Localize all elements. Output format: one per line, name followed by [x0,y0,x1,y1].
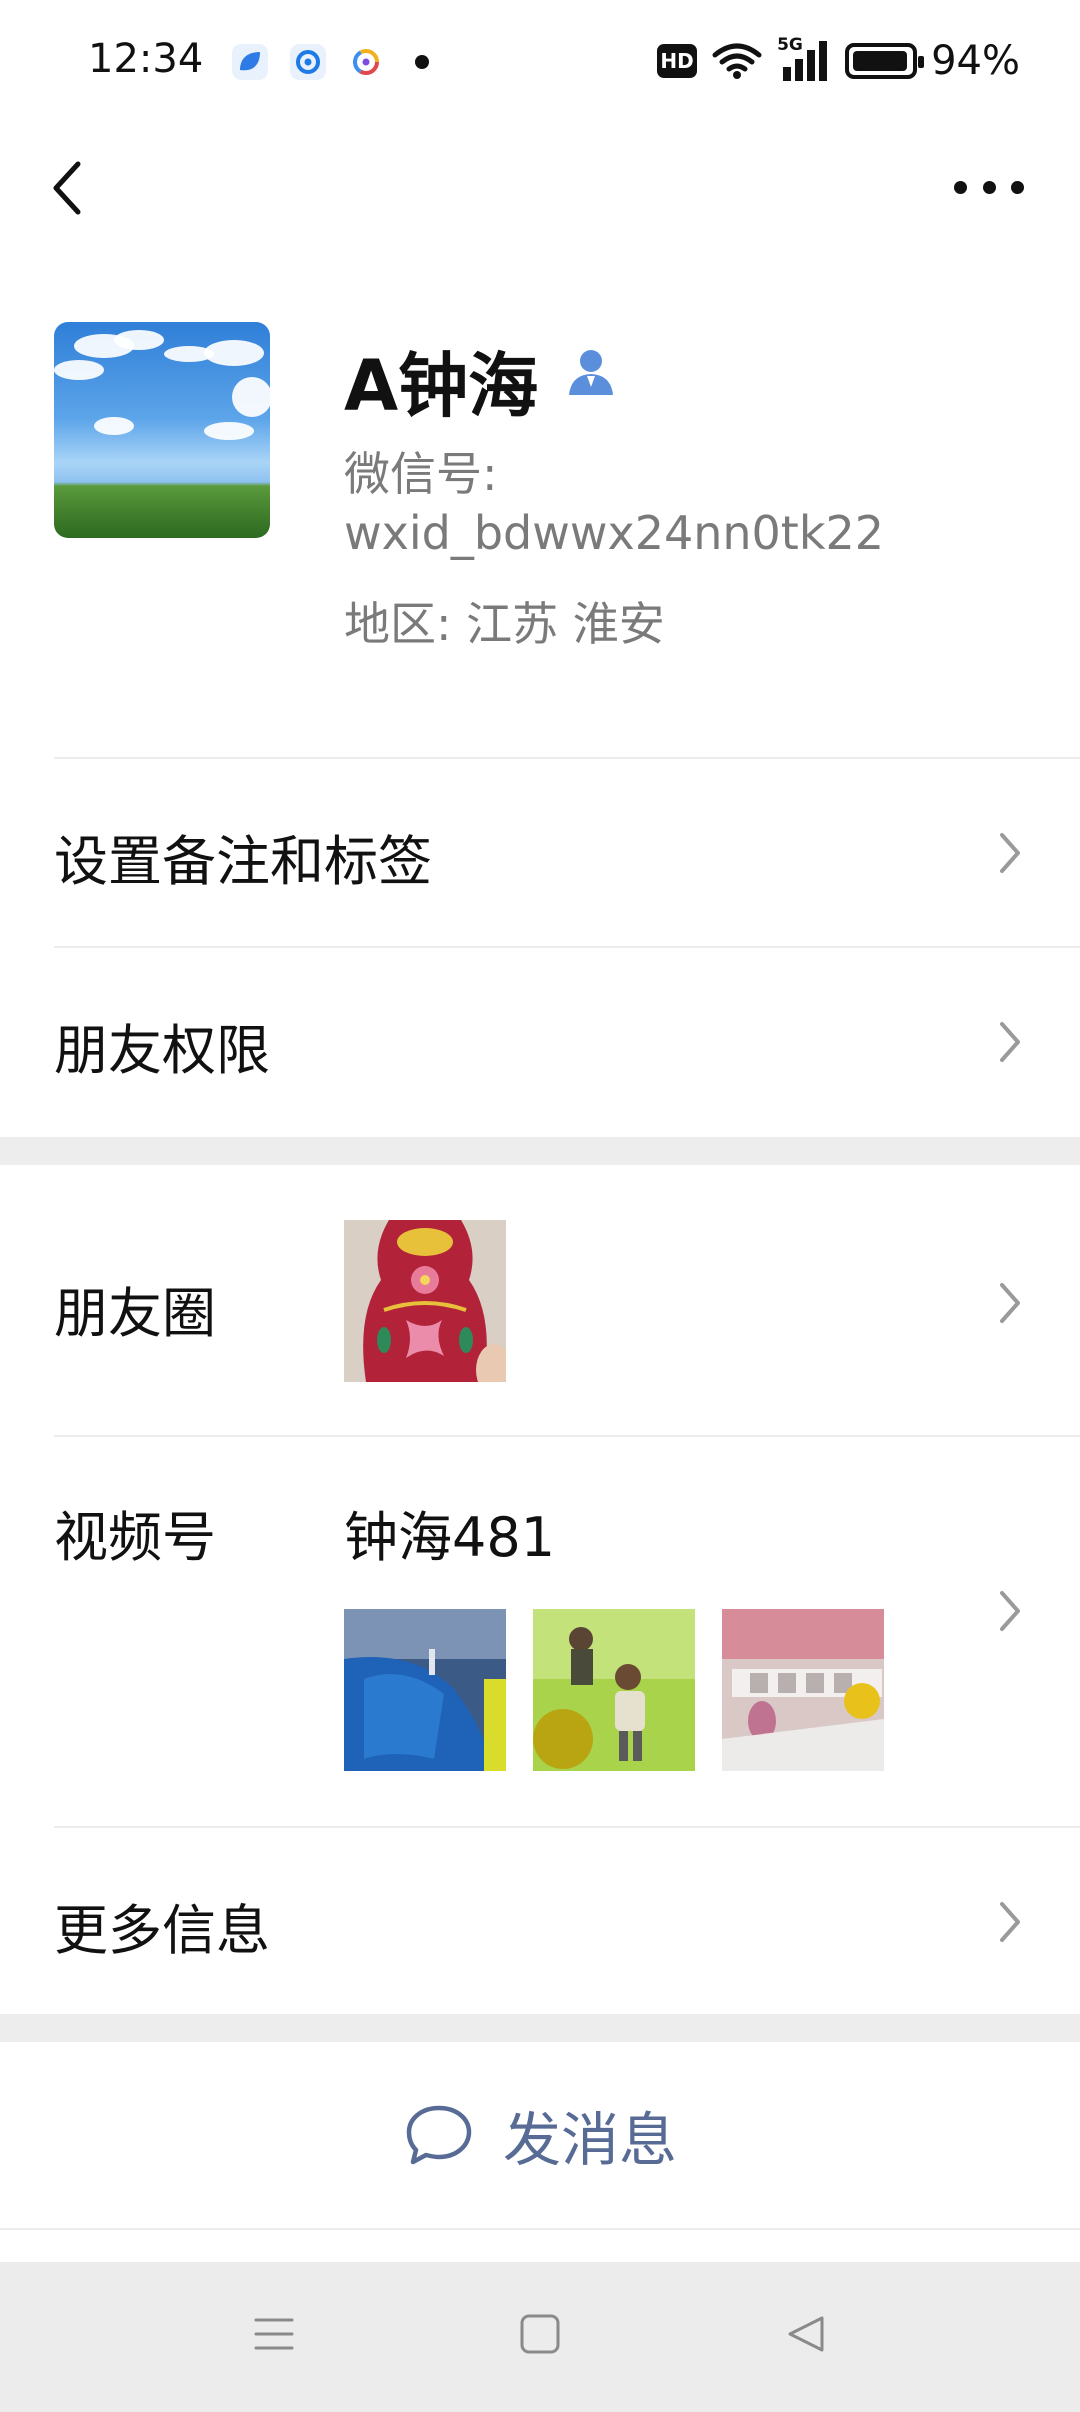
status-right: HD 5G 94% [657,35,1020,86]
row-moments[interactable]: 朋友圈 [0,1165,1080,1435]
chevron-right-icon [1000,1022,1020,1062]
channels-thumbnail [344,1609,506,1771]
chevron-right-icon [1000,1283,1020,1323]
home-square-icon[interactable] [518,2312,562,2356]
wifi-icon [712,43,762,79]
wechat-id: wxid_bdwwx24nn0tk22 [344,506,885,560]
battery-percent: 94% [931,38,1020,84]
channels-name: 钟海481 [344,1506,556,1569]
section-separator [0,2014,1080,2042]
send-message-button[interactable]: 发消息 [0,2042,1080,2228]
chevron-left-icon[interactable] [44,158,94,218]
chevron-right-icon [1000,1591,1020,1631]
moments-label: 朋友圈 [54,1282,216,1345]
row-channels[interactable]: 视频号 钟海481 [0,1437,1080,1826]
moments-thumbnail [344,1220,506,1382]
chevron-right-icon [1000,1902,1020,1942]
blue-q-app-icon [290,44,326,80]
region: 地区: 江苏 淮安 [344,597,665,651]
send-message-label: 发消息 [502,2106,677,2174]
system-navigation-bar [0,2262,1080,2412]
status-time: 12:34 [88,36,204,82]
triangle-back-icon[interactable] [784,2312,828,2356]
colorful-ring-app-icon [353,49,379,75]
signal-5g-icon: 5G [777,35,831,83]
friend-permissions-label: 朋友权限 [54,1019,270,1082]
row-more-info[interactable]: 更多信息 [0,1828,1080,2014]
wechat-id-label: 微信号: [344,447,498,501]
section-separator [0,1137,1080,1165]
channels-thumbnail [533,1609,695,1771]
row-remark-tags[interactable]: 设置备注和标签 [0,759,1080,946]
contact-name: A钟海 [344,345,539,427]
avatar[interactable] [54,322,270,538]
channels-thumbnail [722,1609,884,1771]
person-icon [569,350,613,395]
more-dots-icon[interactable] [954,172,1024,202]
chat-bubble-icon [406,2105,472,2165]
hd-badge: HD [657,44,698,78]
remark-tags-label: 设置备注和标签 [54,830,432,893]
notification-dot [415,55,429,69]
row-friend-permissions[interactable]: 朋友权限 [0,948,1080,1135]
battery-icon [845,43,925,79]
chevron-right-icon [1000,833,1020,873]
divider [0,2228,1080,2230]
menu-icon[interactable] [252,2312,296,2356]
more-info-label: 更多信息 [54,1899,270,1962]
status-bar: 12:34 HD 5G 94% [0,0,1080,125]
blue-leaf-app-icon [232,44,268,80]
channels-label: 视频号 [54,1506,216,1569]
